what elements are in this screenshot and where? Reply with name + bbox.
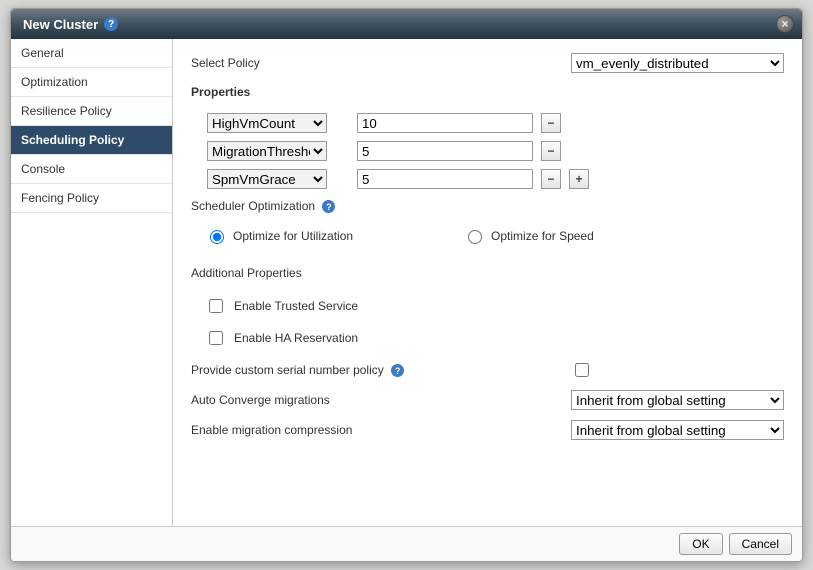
property-key-select[interactable]: SpmVmGrace: [207, 169, 327, 189]
scheduler-optimization-heading: Scheduler Optimization ?: [191, 199, 784, 213]
content-pane: Select Policy vm_evenly_distributed Prop…: [173, 39, 802, 526]
property-row: MigrationThreshold −: [207, 141, 784, 161]
property-key-select[interactable]: MigrationThreshold: [207, 141, 327, 161]
dialog-titlebar: New Cluster ? ×: [11, 9, 802, 39]
ha-reservation-row: Enable HA Reservation: [205, 328, 784, 348]
serial-number-label: Provide custom serial number policy ?: [191, 363, 571, 377]
sidebar: General Optimization Resilience Policy S…: [11, 39, 173, 526]
optimize-speed-radio[interactable]: [468, 230, 482, 244]
help-icon[interactable]: ?: [104, 17, 118, 31]
migration-compression-select[interactable]: Inherit from global setting: [571, 420, 784, 440]
properties-heading: Properties: [191, 85, 784, 99]
remove-property-button[interactable]: −: [541, 141, 561, 161]
checkbox-label: Enable Trusted Service: [234, 299, 358, 313]
sidebar-item-label: Fencing Policy: [21, 191, 99, 205]
help-icon[interactable]: ?: [322, 200, 335, 213]
sidebar-item-resilience-policy[interactable]: Resilience Policy: [11, 97, 172, 126]
checkbox-label: Enable HA Reservation: [234, 331, 358, 345]
property-value-input[interactable]: [357, 113, 533, 133]
radio-label: Optimize for Speed: [491, 229, 594, 243]
trusted-service-row: Enable Trusted Service: [205, 296, 784, 316]
sidebar-item-label: Resilience Policy: [21, 104, 112, 118]
dialog-title: New Cluster: [23, 17, 98, 32]
auto-converge-label: Auto Converge migrations: [191, 393, 571, 407]
property-row: HighVmCount −: [207, 113, 784, 133]
sidebar-item-label: General: [21, 46, 64, 60]
sidebar-item-scheduling-policy[interactable]: Scheduling Policy: [11, 126, 172, 155]
sidebar-item-label: Optimization: [21, 75, 88, 89]
optimize-utilization-option[interactable]: Optimize for Utilization: [205, 227, 353, 244]
migration-compression-label: Enable migration compression: [191, 423, 571, 437]
sidebar-item-label: Console: [21, 162, 65, 176]
enable-trusted-service-checkbox[interactable]: [209, 299, 223, 313]
serial-number-checkbox[interactable]: [575, 363, 589, 377]
auto-converge-select[interactable]: Inherit from global setting: [571, 390, 784, 410]
sidebar-item-label: Scheduling Policy: [21, 133, 124, 147]
optimize-utilization-radio[interactable]: [210, 230, 224, 244]
cancel-button[interactable]: Cancel: [729, 533, 792, 555]
radio-label: Optimize for Utilization: [233, 229, 353, 243]
additional-properties-heading: Additional Properties: [191, 266, 784, 280]
scheduler-radio-group: Optimize for Utilization Optimize for Sp…: [205, 227, 784, 244]
new-cluster-dialog: New Cluster ? × General Optimization Res…: [10, 8, 803, 562]
enable-ha-reservation-checkbox[interactable]: [209, 331, 223, 345]
dialog-footer: OK Cancel: [11, 526, 802, 561]
sidebar-item-console[interactable]: Console: [11, 155, 172, 184]
property-value-input[interactable]: [357, 141, 533, 161]
optimize-speed-option[interactable]: Optimize for Speed: [463, 227, 594, 244]
sidebar-item-optimization[interactable]: Optimization: [11, 68, 172, 97]
property-value-input[interactable]: [357, 169, 533, 189]
add-property-button[interactable]: +: [569, 169, 589, 189]
sidebar-item-fencing-policy[interactable]: Fencing Policy: [11, 184, 172, 213]
close-icon[interactable]: ×: [776, 15, 794, 33]
property-key-select[interactable]: HighVmCount: [207, 113, 327, 133]
ok-button[interactable]: OK: [679, 533, 722, 555]
dialog-body: General Optimization Resilience Policy S…: [11, 39, 802, 526]
property-row: SpmVmGrace − +: [207, 169, 784, 189]
help-icon[interactable]: ?: [391, 364, 404, 377]
remove-property-button[interactable]: −: [541, 169, 561, 189]
remove-property-button[interactable]: −: [541, 113, 561, 133]
select-policy-label: Select Policy: [191, 56, 571, 70]
sidebar-item-general[interactable]: General: [11, 39, 172, 68]
policy-select[interactable]: vm_evenly_distributed: [571, 53, 784, 73]
